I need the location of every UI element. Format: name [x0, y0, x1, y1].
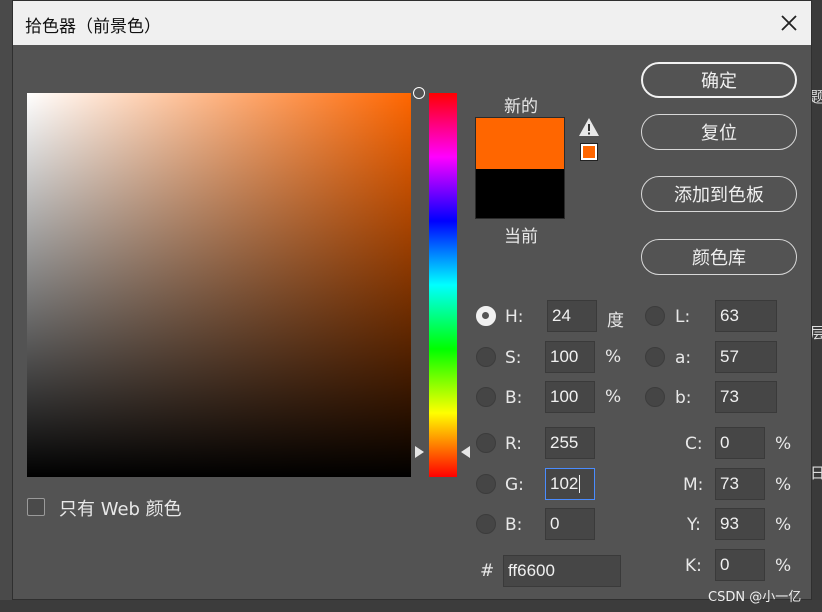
- red-input[interactable]: 255: [545, 427, 595, 459]
- yellow-input[interactable]: 93: [715, 508, 765, 540]
- close-icon: [781, 15, 797, 31]
- magenta-unit: %: [775, 475, 792, 495]
- saturation-radio[interactable]: [476, 347, 496, 367]
- green-label: G:: [505, 475, 524, 495]
- hex-label: #: [480, 561, 495, 581]
- color-picker-dialog: 拾色器（前景色） 只有 Web 颜色 新的 当前 确定 复位 添加到色板 颜色库…: [12, 0, 812, 600]
- saturation-brightness-field[interactable]: [27, 87, 425, 477]
- hue-slider-handle-right[interactable]: [461, 446, 470, 458]
- hue-label: H:: [505, 307, 524, 327]
- background-app-bottom: [0, 600, 822, 612]
- current-color-label: 当前: [504, 227, 538, 247]
- red-label: R:: [505, 434, 523, 454]
- hue-radio[interactable]: [476, 306, 496, 326]
- new-color-label: 新的: [504, 97, 538, 117]
- yellow-unit: %: [775, 515, 792, 535]
- blue-radio[interactable]: [476, 514, 496, 534]
- black-input[interactable]: 0: [715, 549, 765, 581]
- cyan-label: C:: [685, 434, 703, 454]
- watermark: CSDN @小一亿: [708, 590, 802, 605]
- black-label: K:: [685, 556, 702, 576]
- lab-b-input[interactable]: 73: [715, 381, 777, 413]
- hue-unit: 度: [607, 311, 624, 331]
- only-web-colors-checkbox[interactable]: [27, 498, 45, 516]
- brightness-radio[interactable]: [476, 387, 496, 407]
- lab-a-input[interactable]: 57: [715, 341, 777, 373]
- lab-a-radio[interactable]: [645, 347, 665, 367]
- dialog-title: 拾色器（前景色）: [25, 17, 161, 37]
- green-radio[interactable]: [476, 474, 496, 494]
- red-radio[interactable]: [476, 433, 496, 453]
- green-input[interactable]: 102: [545, 468, 595, 500]
- brightness-unit: %: [605, 387, 622, 407]
- lab-l-input[interactable]: 63: [715, 300, 777, 332]
- new-color-swatch: [475, 117, 565, 169]
- yellow-label: Y:: [687, 515, 701, 535]
- brightness-label: B:: [505, 388, 523, 408]
- color-field-marker[interactable]: [413, 87, 425, 99]
- brightness-input[interactable]: 100: [545, 381, 595, 413]
- blue-input[interactable]: 0: [545, 508, 595, 540]
- reset-button[interactable]: 复位: [641, 114, 797, 150]
- lab-a-label: a:: [675, 348, 692, 368]
- lab-l-radio[interactable]: [645, 306, 665, 326]
- hue-input[interactable]: 24: [547, 300, 597, 332]
- current-color-swatch[interactable]: [475, 169, 565, 219]
- saturation-label: S:: [505, 348, 522, 368]
- out-of-gamut-warning-icon[interactable]: [578, 117, 600, 137]
- hue-slider-handle-left[interactable]: [415, 446, 424, 458]
- ok-button[interactable]: 确定: [641, 62, 797, 98]
- lab-b-radio[interactable]: [645, 387, 665, 407]
- title-bar: 拾色器（前景色）: [13, 1, 811, 45]
- saturation-unit: %: [605, 347, 622, 367]
- web-safe-color-swatch[interactable]: [580, 143, 598, 161]
- hex-input[interactable]: ff6600: [503, 555, 621, 587]
- saturation-input[interactable]: 100: [545, 341, 595, 373]
- only-web-colors-label: 只有 Web 颜色: [59, 499, 182, 520]
- cyan-unit: %: [775, 434, 792, 454]
- lab-l-label: L:: [675, 307, 691, 327]
- hue-slider[interactable]: [429, 93, 457, 477]
- magenta-input[interactable]: 73: [715, 468, 765, 500]
- green-input-value: 102: [550, 474, 579, 493]
- add-to-swatches-button[interactable]: 添加到色板: [641, 176, 797, 212]
- black-unit: %: [775, 556, 792, 576]
- magenta-label: M:: [683, 475, 704, 495]
- close-button[interactable]: [773, 7, 805, 39]
- color-libraries-button[interactable]: 颜色库: [641, 239, 797, 275]
- lab-b-label: b:: [675, 388, 692, 408]
- blue-label: B:: [505, 515, 523, 535]
- text-caret: [579, 475, 581, 493]
- cyan-input[interactable]: 0: [715, 427, 765, 459]
